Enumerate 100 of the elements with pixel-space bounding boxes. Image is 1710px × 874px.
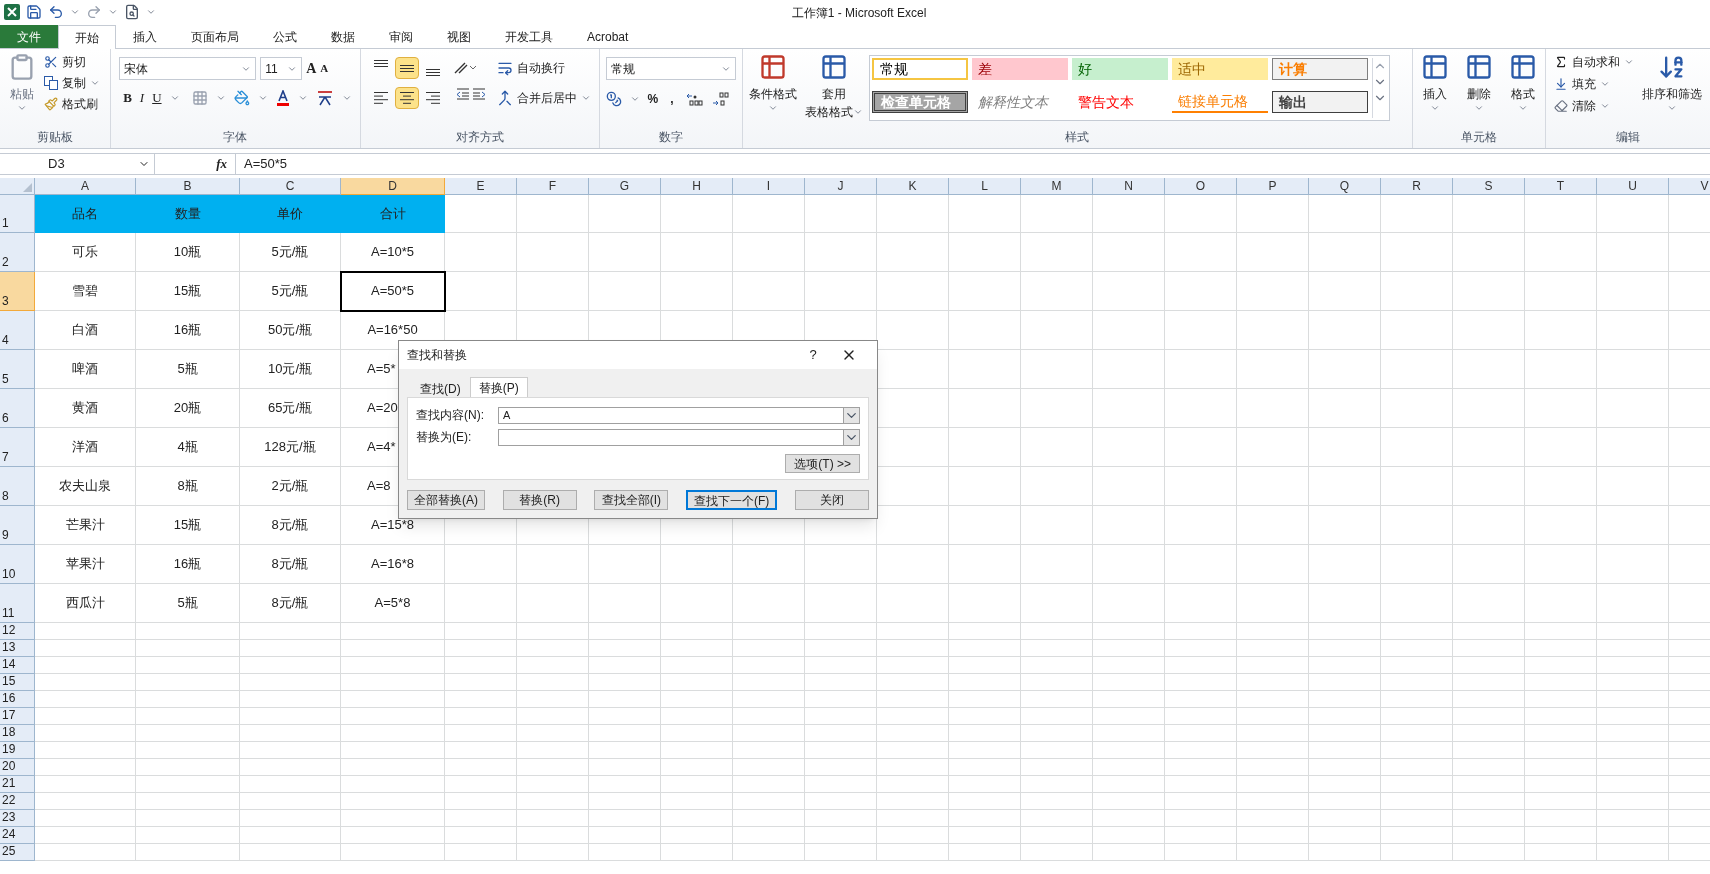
row-header[interactable]: 16 [0, 691, 35, 708]
clear-button[interactable]: 清除 [1554, 97, 1634, 115]
ribbon-tab[interactable]: 插入 [116, 25, 174, 49]
dialog-tab[interactable]: 替换(P) [469, 377, 528, 397]
column-header[interactable]: S [1453, 178, 1525, 195]
autosum-button[interactable]: 自动求和 [1554, 53, 1634, 71]
italic-button[interactable]: I [139, 88, 145, 108]
row-header[interactable]: 3 [0, 272, 35, 311]
row-header[interactable]: 5 [0, 350, 35, 389]
row-header[interactable]: 9 [0, 506, 35, 545]
fill-button[interactable]: 填充 [1554, 75, 1634, 93]
row-header[interactable]: 13 [0, 640, 35, 657]
ribbon-tab[interactable]: 数据 [314, 25, 372, 49]
ribbon-tab[interactable]: 审阅 [372, 25, 430, 49]
row-header[interactable]: 21 [0, 776, 35, 793]
row-header[interactable]: 18 [0, 725, 35, 742]
formula-field[interactable]: A=50*5 [235, 154, 1710, 174]
ribbon-tab[interactable]: 开发工具 [488, 25, 570, 49]
cell-style-item[interactable]: 好 [1071, 58, 1168, 80]
conditional-format-button[interactable]: 条件格式 [746, 53, 799, 121]
column-header[interactable]: Q [1309, 178, 1381, 195]
cell-style-item[interactable]: 适中 [1171, 58, 1268, 80]
dialog-button[interactable]: 查找全部(I) [594, 490, 669, 510]
row-header[interactable]: 25 [0, 844, 35, 861]
save-icon[interactable] [26, 4, 42, 20]
underline-button[interactable]: U [152, 88, 162, 108]
column-header[interactable]: O [1165, 178, 1237, 195]
column-header[interactable]: E [445, 178, 517, 195]
row-header[interactable]: 10 [0, 545, 35, 584]
cell-style-item[interactable]: 常规 [871, 58, 968, 80]
combo-field[interactable]: A [498, 406, 860, 424]
column-header[interactable]: P [1237, 178, 1309, 195]
align-button[interactable] [394, 57, 419, 79]
cut-button[interactable]: 剪切 [44, 53, 100, 71]
shrink-font-button[interactable]: A [320, 60, 329, 77]
print-preview-icon[interactable] [124, 4, 140, 20]
name-box[interactable]: D3 [0, 154, 155, 174]
row-header[interactable]: 20 [0, 759, 35, 776]
sort-filter-button[interactable]: 排序和筛选 [1642, 53, 1702, 115]
increase-decimal-icon[interactable] [685, 92, 704, 106]
dialog-button[interactable]: 替换(R) [502, 490, 577, 510]
column-header[interactable]: H [661, 178, 733, 195]
dialog-button[interactable]: 关闭 [794, 490, 869, 510]
column-header[interactable]: K [877, 178, 949, 195]
column-header[interactable]: A [35, 178, 136, 195]
ribbon-tab[interactable]: 页面布局 [174, 25, 256, 49]
font-color-icon[interactable] [275, 89, 290, 106]
combo-field[interactable] [498, 428, 860, 446]
column-header[interactable]: J [805, 178, 877, 195]
options-button[interactable]: 选项(T) >> [785, 454, 860, 473]
row-header[interactable]: 14 [0, 657, 35, 674]
row-header[interactable]: 8 [0, 467, 35, 506]
ribbon-tab[interactable]: 视图 [430, 25, 488, 49]
wrap-text-button[interactable]: 自动换行 [496, 59, 591, 77]
merge-center-button[interactable]: 合并后居中 [496, 89, 591, 107]
column-header[interactable]: T [1525, 178, 1597, 195]
row-header[interactable]: 19 [0, 742, 35, 759]
font-size-dropdown[interactable]: 11 [260, 57, 303, 80]
help-button[interactable]: ? [797, 345, 829, 365]
comma-button[interactable]: , [666, 90, 678, 108]
delete-button[interactable]: 删除 [1465, 53, 1493, 113]
phonetic-icon[interactable] [315, 89, 334, 106]
copy-button[interactable]: 复制 [44, 74, 100, 92]
row-header[interactable]: 7 [0, 428, 35, 467]
font-name-dropdown[interactable]: 宋体 [119, 57, 257, 80]
currency-icon[interactable] [605, 91, 622, 107]
grow-font-button[interactable]: A [306, 58, 317, 79]
insert-button[interactable]: 插入 [1421, 53, 1449, 113]
column-header[interactable]: F [517, 178, 589, 195]
column-header[interactable]: U [1597, 178, 1669, 195]
column-header[interactable]: B [136, 178, 240, 195]
column-header[interactable]: G [589, 178, 661, 195]
row-header[interactable]: 23 [0, 810, 35, 827]
file-tab[interactable]: 文件 [0, 25, 58, 48]
decrease-decimal-icon[interactable] [711, 92, 730, 106]
ribbon-tab[interactable]: 开始 [58, 25, 116, 49]
row-header[interactable]: 4 [0, 311, 35, 350]
row-header[interactable]: 24 [0, 827, 35, 844]
column-header[interactable]: V [1669, 178, 1710, 195]
column-header[interactable]: N [1093, 178, 1165, 195]
row-header[interactable]: 17 [0, 708, 35, 725]
row-header[interactable]: 22 [0, 793, 35, 810]
ribbon-tab[interactable]: Acrobat [570, 25, 646, 49]
orientation-icon[interactable] [452, 61, 477, 75]
spreadsheet-logo-icon[interactable] [4, 4, 20, 20]
row-header[interactable]: 6 [0, 389, 35, 428]
cell-style-item[interactable]: 输出 [1271, 91, 1368, 113]
format-as-table-button[interactable]: 套用 表格格式 [802, 53, 865, 121]
column-header[interactable]: R [1381, 178, 1453, 195]
row-header[interactable]: 12 [0, 623, 35, 640]
cell-style-item[interactable]: 差 [971, 58, 1068, 80]
undo-icon[interactable] [48, 4, 64, 20]
column-header[interactable]: M [1021, 178, 1093, 195]
align-button[interactable] [394, 87, 419, 109]
column-header[interactable]: I [733, 178, 805, 195]
number-format-dropdown[interactable]: 常规 [605, 57, 736, 80]
column-header[interactable]: D [341, 178, 445, 195]
function-icon[interactable]: fx [216, 154, 227, 174]
row-header[interactable]: 2 [0, 233, 35, 272]
row-header[interactable]: 15 [0, 674, 35, 691]
